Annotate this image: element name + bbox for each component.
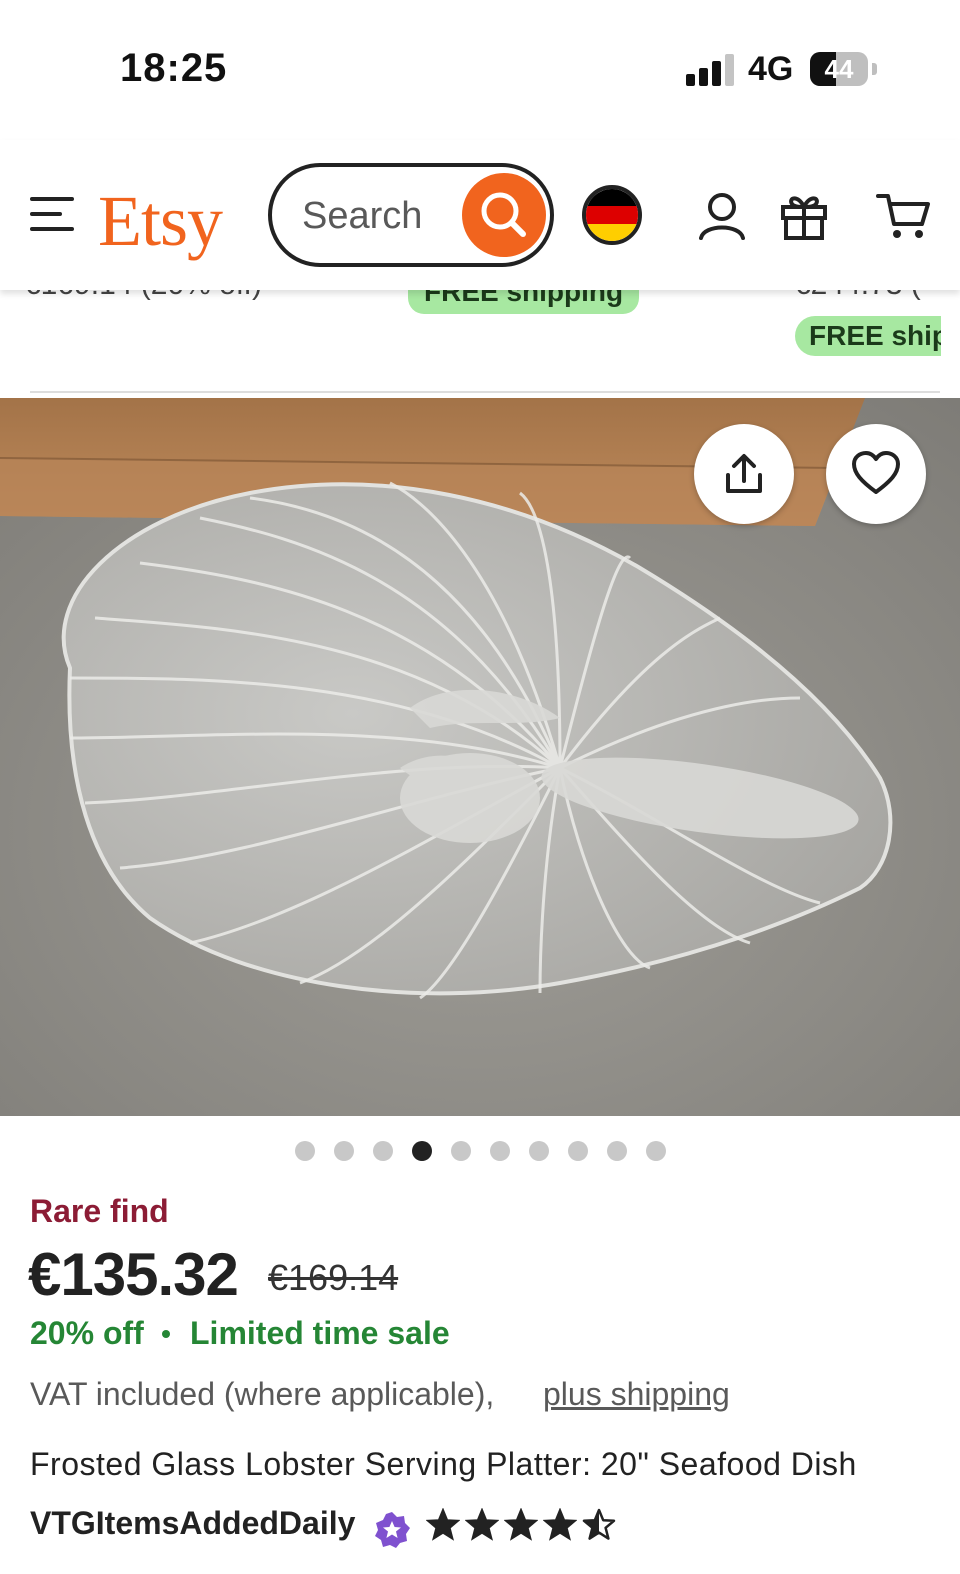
star-full-icon [543,1508,577,1541]
carousel-dot-active[interactable] [411,1141,432,1161]
separator-dot [162,1330,170,1338]
sale-price: €135.32 [28,1241,239,1308]
previous-listings-row: €169.14 (20% off) FREE shipping €244.73 … [0,290,960,395]
search-input[interactable] [302,191,472,241]
star-full-icon [426,1508,460,1541]
carousel-dot[interactable] [567,1141,588,1161]
star-half-icon [582,1508,616,1540]
etsy-logo[interactable]: Etsy [98,180,223,263]
gift-icon[interactable] [778,190,830,242]
status-time: 18:25 [120,46,228,90]
menu-icon[interactable] [30,197,78,233]
free-shipping-badge: FREE shipping [795,316,941,356]
product-image[interactable] [0,398,960,1116]
carousel-dot[interactable] [606,1141,627,1161]
app-header: Etsy [0,140,960,290]
carousel-dot[interactable] [645,1141,666,1161]
divider [30,391,940,393]
carousel-dot[interactable] [528,1141,549,1161]
carousel-dot[interactable] [372,1141,393,1161]
rare-find-label: Rare find [30,1193,169,1229]
carousel-dot[interactable] [294,1141,315,1161]
sale-label: Limited time sale [190,1315,450,1351]
battery-percent: 44 [824,54,854,84]
carousel-dot[interactable] [333,1141,354,1161]
discount-label: 20% off [30,1315,144,1351]
heart-icon [852,451,900,494]
cart-icon[interactable] [876,190,932,242]
product-photo [0,398,960,1116]
account-icon[interactable] [696,190,748,242]
signal-strength-icon [686,54,736,86]
listing-price-1[interactable]: €169.14 (20% off) [24,290,262,302]
share-button[interactable] [694,424,794,524]
seller-name[interactable]: VTGItemsAddedDaily [30,1505,355,1542]
star-seller-icon [375,1512,410,1548]
vat-text: VAT included (where applicable), [30,1376,495,1412]
status-bar: 18:25 4G 44 [0,0,960,140]
shipping-link[interactable]: plus shipping [543,1376,730,1413]
star-full-icon [504,1508,538,1541]
search-bar[interactable] [268,163,554,267]
listing-title: Frosted Glass Lobster Serving Platter: 2… [30,1446,857,1482]
search-button[interactable] [462,173,546,257]
share-icon [726,454,762,493]
germany-flag-icon[interactable] [582,185,642,245]
battery-icon: 44 [810,52,868,86]
search-icon [481,192,526,237]
battery-tip [872,63,877,75]
original-price: €169.14 [268,1257,399,1298]
favorite-button[interactable] [826,424,926,524]
network-type: 4G [748,50,794,88]
star-full-icon [465,1508,499,1541]
carousel-dot[interactable] [450,1141,471,1161]
listing-price-2[interactable]: €244.73 ( [794,290,921,302]
free-shipping-badge: FREE shipping [408,290,640,314]
carousel-dot[interactable] [489,1141,510,1161]
carousel-dots[interactable] [0,1141,960,1165]
